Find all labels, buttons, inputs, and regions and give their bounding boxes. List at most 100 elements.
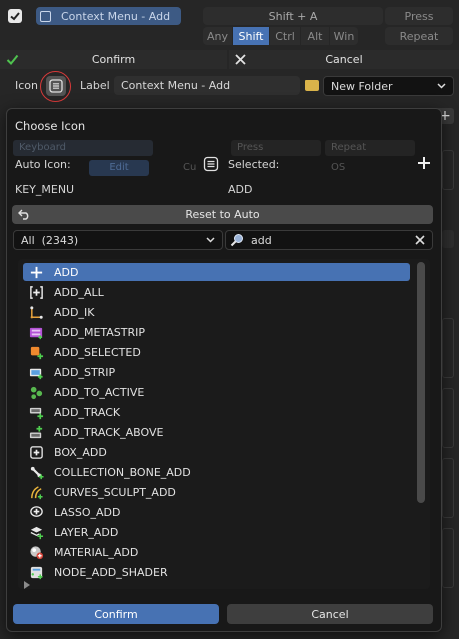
keymap-name-field[interactable]: Context Menu - Add bbox=[36, 7, 181, 25]
label-input[interactable]: Context Menu - Add bbox=[114, 76, 300, 95]
modifier-ctrl[interactable]: Ctrl bbox=[270, 27, 300, 45]
modifier-toggle-group: Any Shift Ctrl Alt Win bbox=[203, 27, 358, 45]
plus-icon bbox=[28, 264, 44, 280]
modifier-win[interactable]: Win bbox=[330, 27, 358, 45]
icon-list-item[interactable]: ADD_ALL bbox=[23, 283, 410, 301]
icon-list-item[interactable]: ADD_IK bbox=[23, 303, 410, 321]
background-side-box-5 bbox=[442, 458, 454, 518]
icon-list-item[interactable]: COLLECTION_BONE_ADD bbox=[23, 463, 410, 481]
icon-list-item-label: ADD bbox=[54, 265, 79, 279]
icon-list-item-label: NODE_ADD_SHADER bbox=[54, 565, 168, 579]
icon-list-item-label: ADD_METASTRIP bbox=[54, 325, 146, 339]
undo-arrow-icon bbox=[18, 209, 29, 220]
reset-to-auto-button[interactable]: Reset to Auto bbox=[12, 205, 433, 224]
selected-icon-preview bbox=[417, 156, 431, 173]
icon-list-item[interactable]: ADD_SELECTED bbox=[23, 343, 410, 361]
selected-plus-icon bbox=[28, 344, 44, 360]
icon-list-item-label: ADD_TO_ACTIVE bbox=[54, 385, 145, 399]
check-icon bbox=[10, 12, 20, 21]
background-side-box-4 bbox=[442, 388, 454, 448]
chevron-down-icon bbox=[437, 83, 446, 89]
folder-dropdown[interactable]: New Folder bbox=[323, 76, 454, 96]
ghost-keyboard-field: Keyboard bbox=[13, 140, 153, 156]
icon-label: Icon bbox=[15, 79, 38, 92]
toolbar-confirm-button[interactable]: Confirm bbox=[0, 50, 227, 69]
plus-icon bbox=[418, 157, 430, 169]
icon-list-item[interactable]: ADD_TO_ACTIVE bbox=[23, 383, 410, 401]
expand-triangle-icon[interactable] bbox=[24, 581, 30, 589]
node-shader-icon bbox=[28, 564, 44, 580]
ghost-press-field: Press bbox=[231, 140, 321, 156]
popup-cancel-label: Cancel bbox=[311, 607, 349, 621]
ghost-repeat-field: Repeat bbox=[325, 140, 415, 156]
curves-sculpt-icon bbox=[28, 484, 44, 500]
icon-list-item-label: ADD_TRACK_ABOVE bbox=[54, 425, 164, 439]
icon-list-item-label: ADD_TRACK bbox=[54, 405, 121, 419]
clear-search-icon[interactable] bbox=[415, 235, 425, 245]
strip-icon bbox=[28, 364, 44, 380]
icon-list-item[interactable]: ADD_STRIP bbox=[23, 363, 410, 381]
chevron-down-icon bbox=[206, 237, 215, 243]
icon-list: ADD ADD_ALL ADD_IK ADD_METASTRIP ADD_SELECTE… bbox=[18, 259, 430, 589]
icon-list-item-label: LASSO_ADD bbox=[54, 505, 121, 519]
auto-icon-value: KEY_MENU bbox=[15, 183, 75, 196]
icon-list-item-label: MATERIAL_ADD bbox=[54, 545, 139, 559]
icon-category-value: All (2343) bbox=[21, 233, 79, 247]
modifier-alt[interactable]: Alt bbox=[301, 27, 329, 45]
popup-confirm-button[interactable]: Confirm bbox=[13, 604, 219, 624]
icon-list-item[interactable]: ADD_TRACK bbox=[23, 403, 410, 421]
lasso-add-icon bbox=[28, 504, 44, 520]
key-combo-field[interactable]: Shift + A bbox=[203, 7, 383, 25]
icon-search-value: add bbox=[251, 233, 272, 247]
repeat-toggle[interactable]: Repeat bbox=[385, 27, 453, 45]
layer-add-icon bbox=[28, 524, 44, 540]
icon-list-item-label: BOX_ADD bbox=[54, 445, 107, 459]
modifier-any[interactable]: Any bbox=[203, 27, 232, 45]
annotation-circle bbox=[40, 71, 71, 102]
toolbar-cancel-label: Cancel bbox=[325, 53, 363, 66]
ghost-os-field: OS bbox=[331, 162, 346, 173]
selected-icon-value: ADD bbox=[228, 183, 253, 196]
icon-list-item[interactable]: BOX_ADD bbox=[23, 443, 410, 461]
icon-list-item[interactable]: MATERIAL_ADD bbox=[23, 543, 410, 561]
background-side-box-1 bbox=[442, 150, 454, 190]
icon-list-item-label: ADD_STRIP bbox=[54, 365, 116, 379]
metastrip-icon bbox=[28, 324, 44, 340]
track-icon bbox=[28, 404, 44, 420]
choose-icon-popup: Keyboard Press Repeat Edit Cu OS Choose … bbox=[6, 108, 442, 632]
event-type-dropdown[interactable]: Press bbox=[385, 7, 453, 25]
icon-list-item-label: ADD_ALL bbox=[54, 285, 104, 299]
icon-list-item[interactable]: ADD_METASTRIP bbox=[23, 323, 410, 341]
keymap-icon bbox=[40, 10, 51, 22]
popup-title: Choose Icon bbox=[15, 119, 86, 133]
bone-collection-icon bbox=[28, 464, 44, 480]
icon-list-item[interactable]: ADD bbox=[23, 263, 410, 281]
icon-list-item[interactable]: ADD_TRACK_ABOVE bbox=[23, 423, 410, 441]
label-label: Label bbox=[80, 79, 110, 92]
icon-list-item-label: ADD_IK bbox=[54, 305, 95, 319]
icon-list-item-label: COLLECTION_BONE_ADD bbox=[54, 465, 191, 479]
search-icon bbox=[230, 234, 243, 247]
icon-list-item[interactable]: NODE_ADD_SHADER bbox=[23, 563, 410, 581]
background-side-box-6 bbox=[442, 528, 454, 588]
icon-list-item[interactable]: LAYER_ADD bbox=[23, 523, 410, 541]
box-add-icon bbox=[28, 444, 44, 460]
material-add-icon bbox=[28, 544, 44, 560]
popup-cancel-button[interactable]: Cancel bbox=[227, 604, 433, 624]
icon-category-dropdown[interactable]: All (2343) bbox=[13, 230, 223, 250]
icon-list-scrollbar[interactable] bbox=[417, 262, 425, 503]
auto-icon-label: Auto Icon: bbox=[15, 158, 71, 171]
to-active-icon bbox=[28, 384, 44, 400]
toolbar-confirm-label: Confirm bbox=[91, 53, 136, 66]
keymap-item-checkbox[interactable] bbox=[8, 9, 22, 23]
reset-to-auto-label: Reset to Auto bbox=[185, 208, 260, 221]
background-side-box-2 bbox=[442, 230, 454, 248]
track-above-icon bbox=[28, 424, 44, 440]
auto-icon-preview bbox=[203, 156, 219, 175]
icon-search-input[interactable]: add bbox=[225, 230, 433, 250]
icon-list-item[interactable]: CURVES_SCULPT_ADD bbox=[23, 483, 410, 501]
modifier-shift[interactable]: Shift bbox=[233, 27, 269, 45]
icon-list-item[interactable]: LASSO_ADD bbox=[23, 503, 410, 521]
cancel-x-icon bbox=[235, 54, 246, 65]
toolbar-cancel-button[interactable]: Cancel bbox=[229, 50, 459, 69]
